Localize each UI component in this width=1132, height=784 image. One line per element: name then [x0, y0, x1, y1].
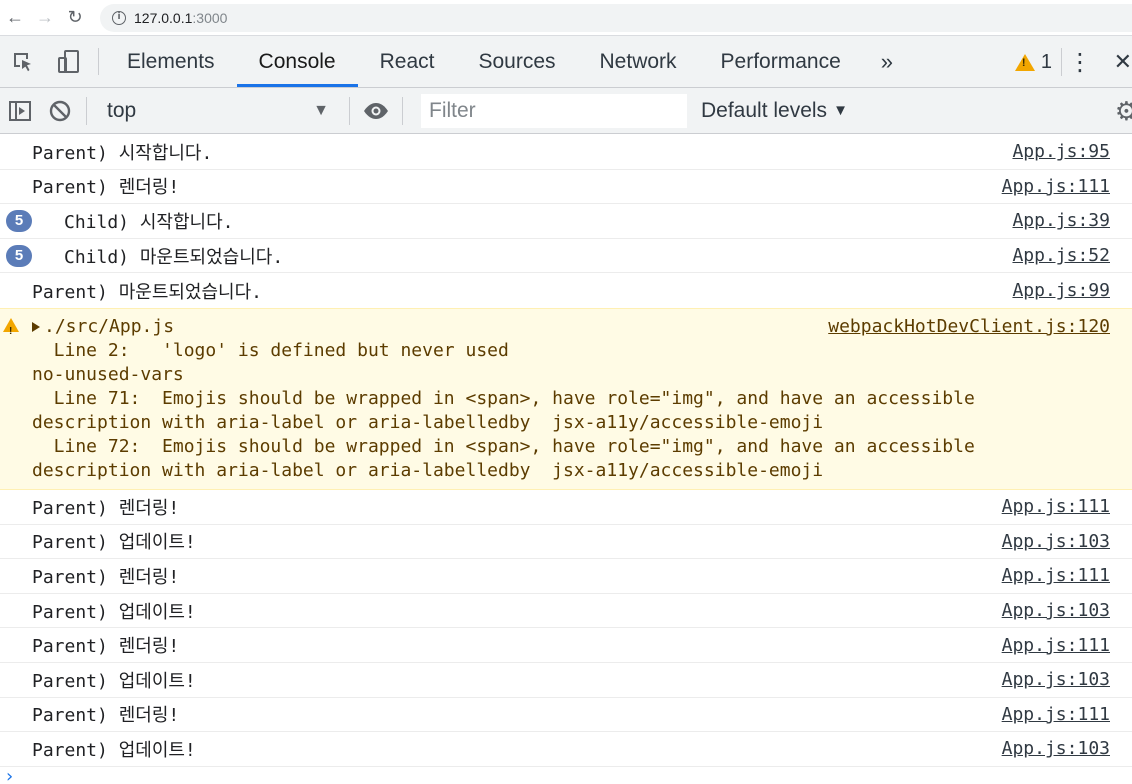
address-bar[interactable]: i 127.0.0.1:3000 [100, 4, 1132, 32]
log-row: Parent) 시작합니다. App.js:95 [0, 135, 1132, 170]
source-link[interactable]: App.js:103 [1002, 738, 1110, 759]
inspect-element-icon[interactable] [0, 36, 46, 87]
log-message: Parent) 업데이트! [32, 532, 196, 554]
source-link[interactable]: webpackHotDevClient.js:120 [828, 315, 1110, 339]
reload-icon[interactable]: ↻ [60, 3, 90, 33]
clear-console-icon[interactable] [40, 88, 80, 134]
source-link[interactable]: App.js:99 [1012, 280, 1110, 301]
browser-toolbar: ← → ↻ i 127.0.0.1:3000 [0, 0, 1132, 36]
tab-sources[interactable]: Sources [456, 36, 577, 87]
log-row: 5 Child) 마운트되었습니다. App.js:52 [0, 239, 1132, 274]
log-message: Parent) 렌더링! [32, 636, 180, 658]
devtools-tabbar: Elements Console React Sources Network P… [0, 36, 1132, 88]
log-row: Parent) 업데이트! App.js:103 [0, 663, 1132, 698]
divider [98, 48, 99, 75]
warning-counter[interactable]: ! 1 [1014, 36, 1052, 88]
more-tabs-icon[interactable]: » [863, 36, 911, 87]
divider [1061, 48, 1062, 76]
console-toolbar: top ▼ Filter Default levels ▼ ⚙ [0, 88, 1132, 134]
log-row: Parent) 렌더링! App.js:111 [0, 698, 1132, 733]
divider [349, 96, 350, 125]
log-row: Parent) 렌더링! App.js:111 [0, 170, 1132, 205]
source-link[interactable]: App.js:111 [1002, 565, 1110, 586]
divider [402, 96, 403, 125]
url-port: :3000 [192, 10, 228, 26]
console-log: Parent) 시작합니다. App.js:95 Parent) 렌더링! Ap… [0, 135, 1132, 767]
expand-triangle-icon[interactable] [32, 321, 40, 332]
log-row: Parent) 렌더링! App.js:111 [0, 628, 1132, 663]
tab-network[interactable]: Network [578, 36, 699, 87]
sidebar-toggle-icon[interactable] [0, 88, 40, 134]
log-message: Parent) 렌더링! [32, 705, 180, 727]
source-link[interactable]: App.js:103 [1002, 531, 1110, 552]
tab-elements[interactable]: Elements [105, 36, 237, 87]
log-message: Parent) 시작합니다. [32, 142, 213, 164]
context-select-value: top [107, 98, 137, 122]
log-row: Parent) 렌더링! App.js:111 [0, 559, 1132, 594]
log-message: Parent) 업데이트! [32, 601, 196, 623]
repeat-count-badge: 5 [6, 209, 32, 232]
source-link[interactable]: App.js:39 [1012, 210, 1110, 231]
device-toolbar-icon[interactable] [46, 36, 92, 87]
source-link[interactable]: App.js:111 [1002, 704, 1110, 725]
warning-file: ./src/App.js [44, 315, 175, 337]
close-icon[interactable]: ✕ [1114, 36, 1132, 88]
log-message: Parent) 렌더링! [32, 497, 180, 519]
warning-body: Line 2: 'logo' is defined but never used… [32, 339, 975, 481]
eye-icon[interactable] [356, 88, 396, 134]
source-link[interactable]: App.js:111 [1002, 635, 1110, 656]
log-levels-select[interactable]: Default levels ▼ [701, 99, 848, 123]
source-link[interactable]: App.js:52 [1012, 245, 1110, 266]
filter-input[interactable]: Filter [421, 93, 687, 128]
divider [86, 96, 87, 125]
back-arrow-icon[interactable]: ← [0, 3, 30, 33]
url-host: 127.0.0.1 [134, 10, 193, 26]
log-row: Parent) 업데이트! App.js:103 [0, 594, 1132, 629]
source-link[interactable]: App.js:111 [1002, 496, 1110, 517]
warning-icon: ! [3, 317, 19, 337]
info-icon[interactable]: i [112, 11, 126, 25]
dropdown-arrow-icon: ▼ [313, 101, 329, 119]
log-message: Parent) 렌더링! [32, 177, 180, 199]
log-message: Child) 마운트되었습니다. [64, 246, 284, 268]
log-message: Parent) 마운트되었습니다. [32, 281, 263, 303]
log-row: Parent) 마운트되었습니다. App.js:99 [0, 273, 1132, 308]
warning-icon: ! [1014, 53, 1035, 71]
source-link[interactable]: App.js:103 [1002, 600, 1110, 621]
tab-performance[interactable]: Performance [699, 36, 863, 87]
log-row: Parent) 렌더링! App.js:111 [0, 490, 1132, 525]
gear-icon[interactable]: ⚙ [1115, 88, 1132, 134]
log-message: Parent) 렌더링! [32, 566, 180, 588]
log-message: Child) 시작합니다. [64, 211, 234, 233]
warning-message: ! ./src/App.js webpackHotDevClient.js:12… [0, 307, 1132, 490]
source-link[interactable]: App.js:111 [1002, 176, 1110, 197]
source-link[interactable]: App.js:103 [1002, 669, 1110, 690]
log-message: Parent) 업데이트! [32, 739, 196, 761]
context-select[interactable]: top ▼ [93, 88, 343, 134]
dropdown-arrow-icon: ▼ [833, 102, 848, 119]
source-link[interactable]: App.js:95 [1012, 141, 1110, 162]
log-levels-label: Default levels [701, 98, 828, 122]
kebab-menu-icon[interactable]: ⋮ [1068, 36, 1092, 88]
log-row: Parent) 업데이트! App.js:103 [0, 525, 1132, 560]
console-prompt-icon[interactable]: › [4, 766, 15, 784]
warning-expand[interactable]: ./src/App.js [32, 315, 174, 339]
log-message: Parent) 업데이트! [32, 670, 196, 692]
forward-arrow-icon[interactable]: → [30, 3, 60, 33]
tab-console[interactable]: Console [236, 36, 358, 87]
log-row: 5 Child) 시작합니다. App.js:39 [0, 204, 1132, 239]
tab-react[interactable]: React [358, 36, 457, 87]
warning-count: 1 [1040, 50, 1052, 73]
log-row: Parent) 업데이트! App.js:103 [0, 732, 1132, 767]
repeat-count-badge: 5 [6, 244, 32, 267]
